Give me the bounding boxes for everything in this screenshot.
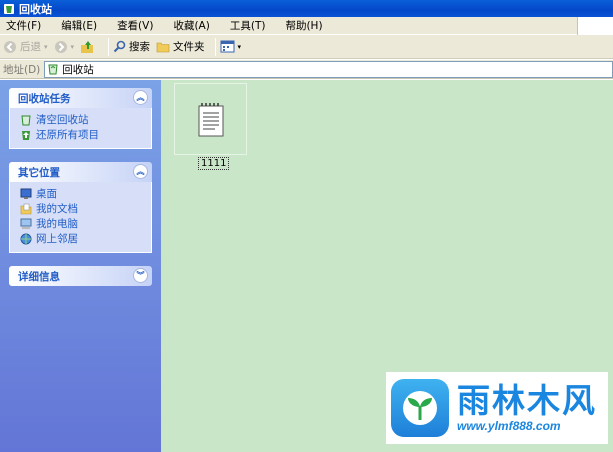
folders-label: 文件夹 <box>173 41 205 53</box>
toolbar-separator <box>214 37 216 56</box>
back-arrow-icon <box>4 40 16 53</box>
other-places-body: 桌面 我的文档 我的电脑 网上邻居 <box>9 182 152 253</box>
restore-all-label: 还原所有项目 <box>36 129 99 141</box>
toolbar: 后退 ▾ ▾ 搜索 文件夹 ▾ <box>0 35 613 59</box>
recycle-tasks-panel: 回收站任务 ︽ 清空回收站 还原所有项目 <box>9 88 152 149</box>
title-bar: 回收站 <box>0 0 613 17</box>
ylmf-logo-icon <box>391 379 449 437</box>
address-field[interactable]: 回收站 <box>44 60 613 78</box>
details-header[interactable]: 详细信息 ︾ <box>9 266 152 286</box>
menu-bar: 文件(F) 编辑(E) 查看(V) 收藏(A) 工具(T) 帮助(H) <box>0 16 613 35</box>
collapse-chevron-icon[interactable]: ︽ <box>133 164 148 179</box>
file-name[interactable]: 1111 <box>198 157 230 170</box>
place-network-label: 网上邻居 <box>36 233 78 245</box>
my-documents-icon <box>20 203 32 214</box>
toolbar-separator <box>108 37 110 56</box>
folder-icon <box>156 42 170 52</box>
place-desktop[interactable]: 桌面 <box>20 186 151 201</box>
folders-button[interactable]: 文件夹 <box>156 39 205 54</box>
back-button[interactable]: 后退 ▾ <box>3 39 48 54</box>
details-title: 详细信息 <box>18 270 60 283</box>
search-button[interactable]: 搜索 <box>113 39 150 54</box>
recycle-tasks-header[interactable]: 回收站任务 ︽ <box>9 88 152 108</box>
other-places-title: 其它位置 <box>18 166 60 179</box>
desktop-icon <box>20 188 32 199</box>
collapse-chevron-icon[interactable]: ︽ <box>133 90 148 105</box>
place-my-computer-label: 我的电脑 <box>36 218 78 230</box>
search-icon <box>113 40 126 53</box>
leaf-logo-icon <box>403 391 437 425</box>
recycle-bin-icon <box>4 3 14 14</box>
network-icon <box>20 233 32 244</box>
recycle-bin-icon <box>48 64 58 75</box>
my-computer-icon <box>20 218 32 229</box>
menu-help[interactable]: 帮助(H) <box>279 18 328 33</box>
recycle-tasks-body: 清空回收站 还原所有项目 <box>9 108 152 149</box>
address-value: 回收站 <box>62 63 94 76</box>
place-network[interactable]: 网上邻居 <box>20 231 151 246</box>
address-bar: 地址(D) 回收站 <box>0 60 613 79</box>
place-desktop-label: 桌面 <box>36 188 57 200</box>
windows-logo-area <box>577 16 613 35</box>
place-my-documents-label: 我的文档 <box>36 203 78 215</box>
menu-view[interactable]: 查看(V) <box>111 18 159 33</box>
other-places-panel: 其它位置 ︽ 桌面 我的文档 我的电脑 网上邻居 <box>9 162 152 253</box>
address-label: 地址(D) <box>3 63 41 76</box>
place-my-documents[interactable]: 我的文档 <box>20 201 151 216</box>
restore-all-link[interactable]: 还原所有项目 <box>20 127 151 142</box>
search-label: 搜索 <box>129 41 151 53</box>
menu-favorites[interactable]: 收藏(A) <box>167 18 215 33</box>
window-title: 回收站 <box>19 2 52 16</box>
recycle-bin-icon <box>21 115 31 125</box>
recycle-tasks-title: 回收站任务 <box>18 92 71 105</box>
details-panel: 详细信息 ︾ <box>9 266 152 286</box>
menu-edit[interactable]: 编辑(E) <box>55 18 103 33</box>
views-icon <box>220 40 235 53</box>
restore-icon <box>22 130 30 140</box>
menu-tools[interactable]: 工具(T) <box>224 18 272 33</box>
empty-recycle-bin-label: 清空回收站 <box>36 114 89 126</box>
empty-recycle-bin-link[interactable]: 清空回收站 <box>20 112 151 127</box>
file-item[interactable] <box>174 83 247 155</box>
task-pane: 回收站任务 ︽ 清空回收站 还原所有项目 其它位置 ︽ 桌面 我的文档 我的电脑… <box>0 80 161 452</box>
forward-button[interactable]: ▾ <box>54 40 74 54</box>
up-folder-icon <box>81 40 94 53</box>
watermark-url: www.ylmf888.com <box>457 419 561 434</box>
watermark-brand: 雨林木风 <box>457 380 597 420</box>
forward-arrow-icon <box>54 40 67 53</box>
other-places-header[interactable]: 其它位置 ︽ <box>9 162 152 182</box>
notepad-file-icon <box>198 103 224 137</box>
up-folder-button[interactable] <box>80 40 98 54</box>
watermark: 雨林木风 www.ylmf888.com <box>386 372 608 444</box>
expand-chevron-icon[interactable]: ︾ <box>133 268 148 283</box>
views-button[interactable]: ▾ <box>220 40 241 53</box>
menu-file[interactable]: 文件(F) <box>0 18 47 33</box>
place-my-computer[interactable]: 我的电脑 <box>20 216 151 231</box>
back-label: 后退 <box>20 41 41 53</box>
